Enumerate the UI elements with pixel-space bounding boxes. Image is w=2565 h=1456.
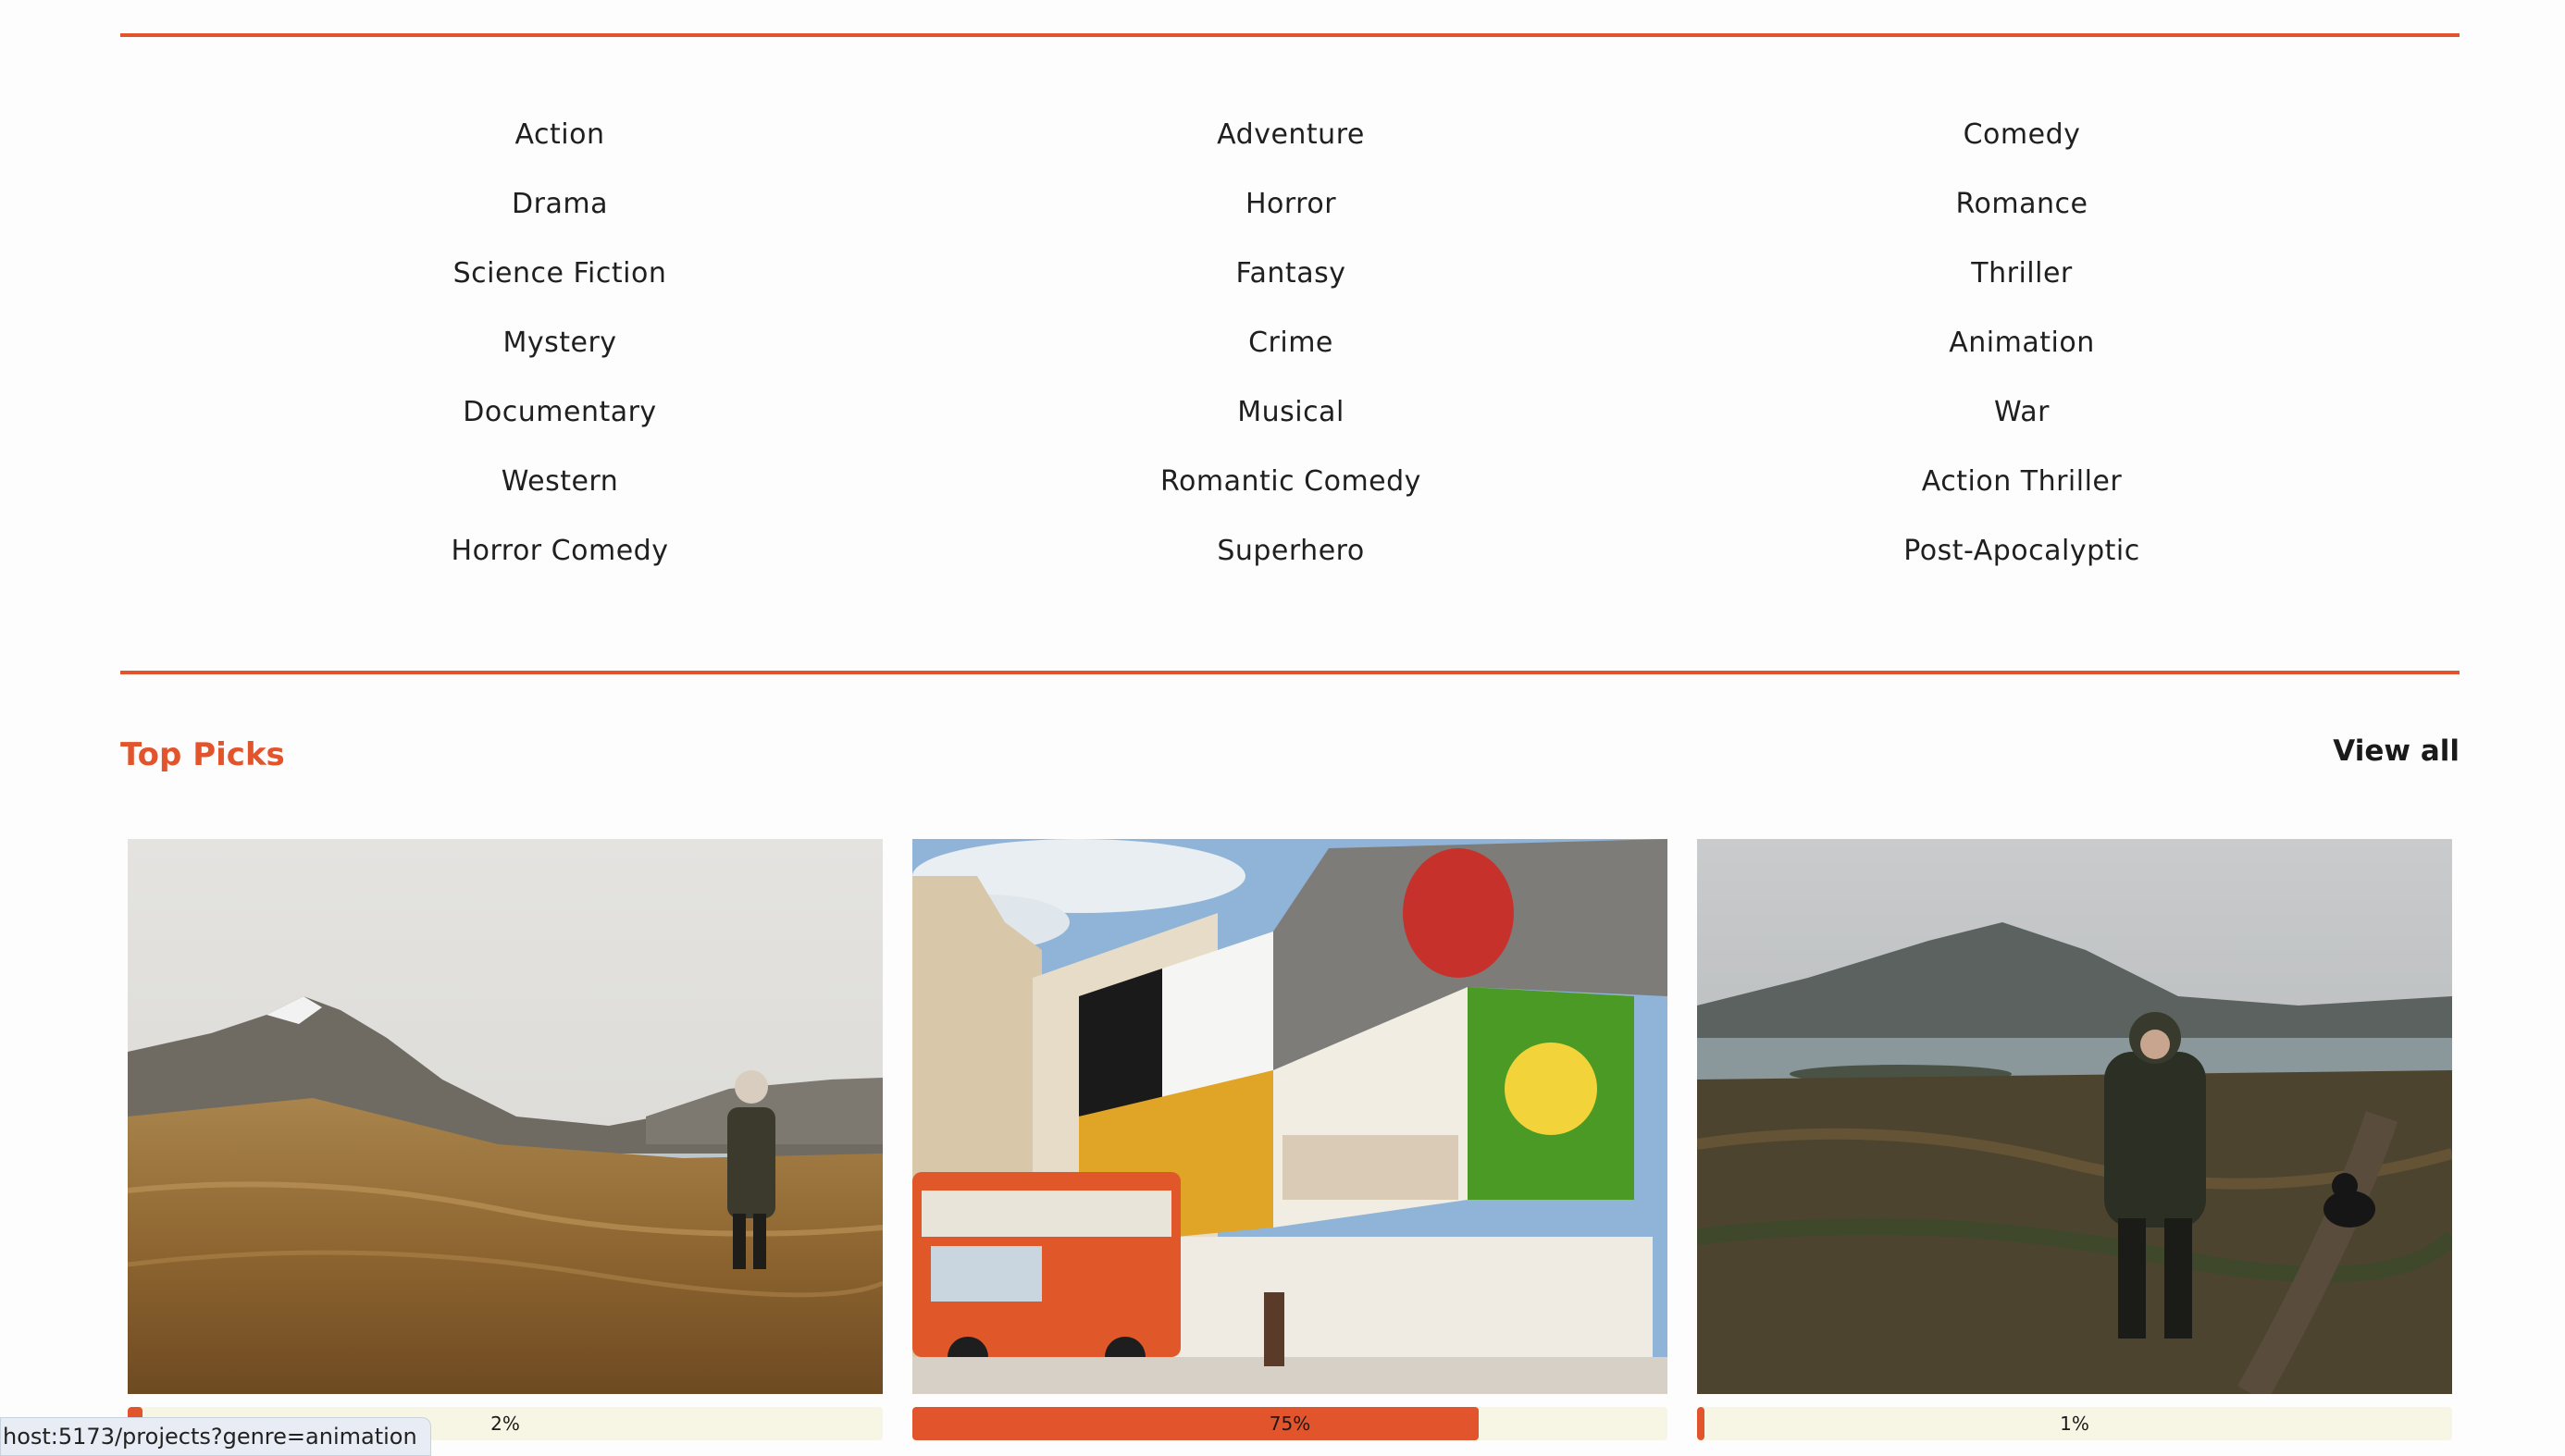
genre-link[interactable]: Thriller: [1656, 257, 2387, 290]
project-card[interactable]: 2%: [128, 839, 883, 1440]
view-all-link[interactable]: View all: [2333, 734, 2460, 768]
genre-link[interactable]: Animation: [1656, 327, 2387, 359]
genre-link[interactable]: Horror: [925, 188, 1656, 220]
page: Action Adventure Comedy Drama Horror Rom…: [0, 0, 2565, 1456]
landscape-image: [128, 839, 883, 1394]
genre-link[interactable]: Mystery: [194, 327, 925, 359]
genre-link[interactable]: Romance: [1656, 188, 2387, 220]
genre-link[interactable]: Comedy: [1656, 118, 2387, 151]
genre-link[interactable]: Action: [194, 118, 925, 151]
genre-link[interactable]: Documentary: [194, 396, 925, 428]
section-divider: [120, 671, 2460, 674]
genre-list: Action Adventure Comedy Drama Horror Rom…: [194, 118, 2387, 567]
top-picks-title: Top Picks: [120, 736, 285, 773]
genre-link[interactable]: War: [1656, 396, 2387, 428]
progress-bar: 1%: [1697, 1407, 2452, 1440]
genre-link[interactable]: Romantic Comedy: [925, 465, 1656, 498]
moorland-image: [1697, 839, 2452, 1394]
city-billboard-image: [912, 839, 1667, 1394]
card-image[interactable]: [1697, 839, 2452, 1394]
genre-link[interactable]: Drama: [194, 188, 925, 220]
genre-link[interactable]: Western: [194, 465, 925, 498]
card-image[interactable]: [128, 839, 883, 1394]
genre-link[interactable]: Post-Apocalyptic: [1656, 535, 2387, 567]
genre-link[interactable]: Adventure: [925, 118, 1656, 151]
card-image[interactable]: [912, 839, 1667, 1394]
genre-link[interactable]: Fantasy: [925, 257, 1656, 290]
genre-link[interactable]: Horror Comedy: [194, 535, 925, 567]
genre-link[interactable]: Action Thriller: [1656, 465, 2387, 498]
genre-link[interactable]: Superhero: [925, 535, 1656, 567]
progress-bar: 75%: [912, 1407, 1667, 1440]
top-divider: [120, 33, 2460, 37]
genre-link[interactable]: Crime: [925, 327, 1656, 359]
project-card[interactable]: 1%: [1697, 839, 2452, 1440]
status-bar-url: host:5173/projects?genre=animation: [0, 1417, 431, 1456]
top-picks-cards: 2% 75% 1%: [128, 839, 2452, 1450]
progress-label: 1%: [2060, 1413, 2089, 1435]
progress-label: 75%: [1269, 1413, 1311, 1435]
genre-link[interactable]: Science Fiction: [194, 257, 925, 290]
genre-link[interactable]: Musical: [925, 396, 1656, 428]
project-card[interactable]: 75%: [912, 839, 1667, 1440]
